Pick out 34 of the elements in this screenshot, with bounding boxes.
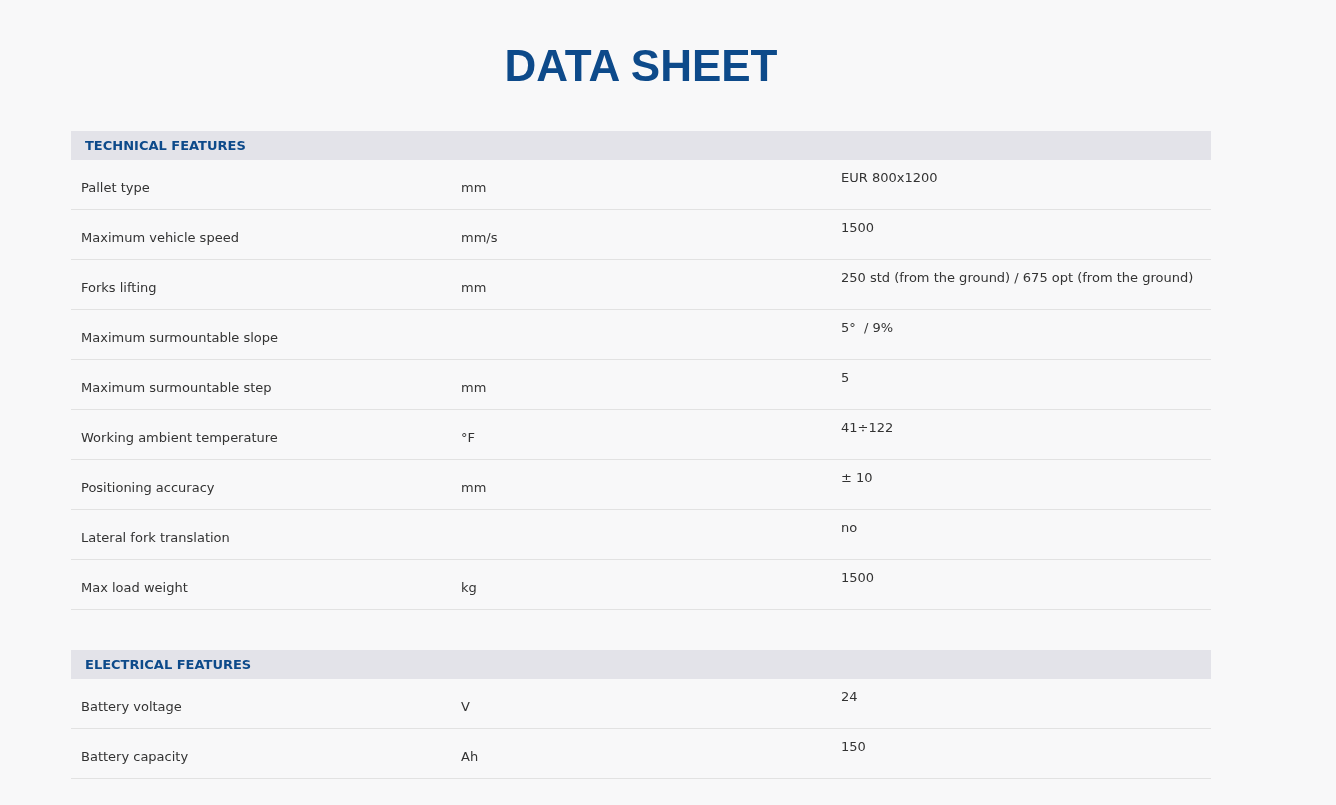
feature-value: 41÷122 bbox=[841, 420, 894, 435]
feature-name: Maximum surmountable slope bbox=[81, 330, 279, 345]
unit-text: mm bbox=[461, 180, 487, 195]
feature-name: Pallet type bbox=[81, 180, 150, 195]
feature-value: 5° / 9% bbox=[841, 320, 894, 335]
feature-value: 1500 bbox=[841, 570, 875, 585]
feature-name: Maximum vehicle speed bbox=[81, 230, 239, 245]
feature-value: 24 bbox=[841, 689, 858, 704]
feature-name: Forks lifting bbox=[81, 280, 157, 295]
feature-name: Max load weight bbox=[81, 580, 188, 595]
page-title: DATA SHEET bbox=[504, 40, 778, 92]
unit-text: mm/s bbox=[461, 230, 498, 245]
feature-name: Positioning accuracy bbox=[81, 480, 215, 495]
feature-name: Working ambient temperature bbox=[81, 430, 278, 445]
feature-value: ± 10 bbox=[841, 470, 873, 485]
feature-value: 1500 bbox=[841, 220, 875, 235]
section-heading: TECHNICAL FEATURES bbox=[85, 136, 246, 155]
unit-text: °F bbox=[461, 430, 475, 445]
unit-text: mm bbox=[461, 480, 487, 495]
feature-value: no bbox=[841, 520, 858, 535]
feature-name: Battery voltage bbox=[81, 699, 182, 714]
feature-value: EUR 800x1200 bbox=[841, 170, 938, 185]
unit-text: Ah bbox=[461, 749, 479, 764]
feature-name: Battery capacity bbox=[81, 749, 189, 764]
feature-name: Maximum surmountable step bbox=[81, 380, 272, 395]
unit-text: V bbox=[461, 699, 470, 714]
feature-value: 5 bbox=[841, 370, 850, 385]
feature-name: Lateral fork translation bbox=[81, 530, 230, 545]
feature-value: 150 bbox=[841, 739, 866, 754]
unit-text: kg bbox=[461, 580, 477, 595]
feature-value: 250 std (from the ground) / 675 opt (from the ground) bbox=[841, 270, 1194, 285]
unit-text: mm bbox=[461, 280, 487, 295]
unit-text: mm bbox=[461, 380, 487, 395]
section-heading: ELECTRICAL FEATURES bbox=[85, 655, 252, 674]
